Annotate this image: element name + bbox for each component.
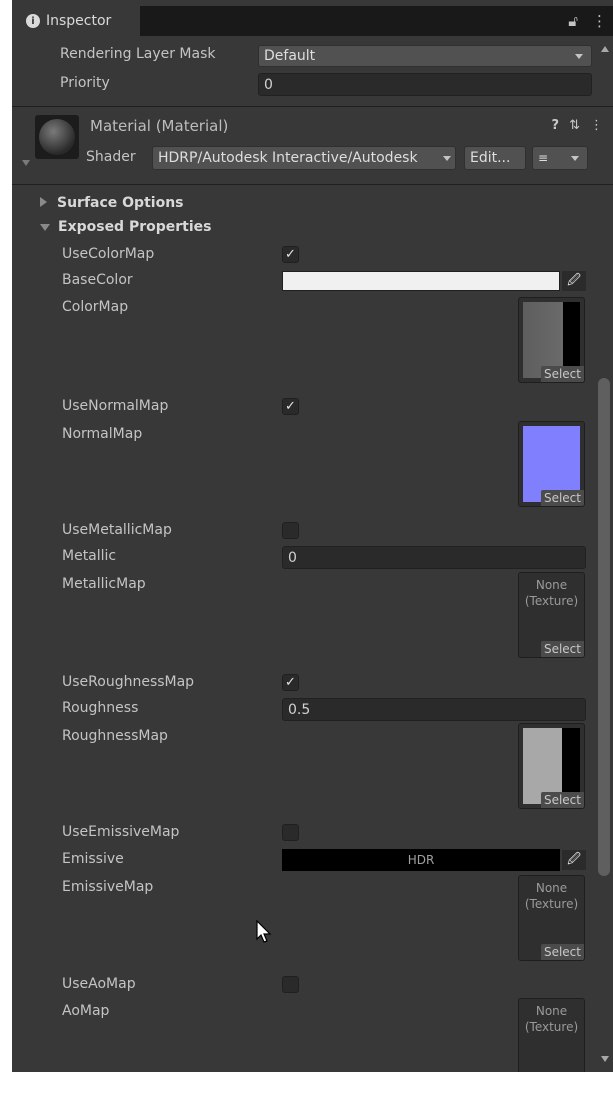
use-roughness-map-checkbox[interactable]: ✓ [282, 674, 299, 691]
rendering-layer-mask-label: Rendering Layer Mask [60, 46, 216, 62]
select-button[interactable]: Select [540, 944, 584, 960]
material-title: Material (Material) [90, 117, 229, 135]
use-metallic-map-checkbox[interactable] [282, 522, 299, 539]
divider [12, 106, 613, 107]
select-button[interactable]: Select [540, 792, 584, 808]
use-color-map-label: UseColorMap [62, 246, 155, 262]
scroll-down-icon[interactable] [601, 1056, 609, 1062]
tab-title: Inspector [46, 13, 112, 29]
roughness-map-label: RoughnessMap [62, 728, 168, 744]
tab-bar: i Inspector 🔓︎ ⋮ [12, 6, 613, 36]
material-preview[interactable] [35, 115, 79, 159]
use-ao-map-checkbox[interactable] [282, 976, 299, 993]
help-icon[interactable]: ? [552, 118, 560, 133]
rendering-layer-mask-dropdown[interactable]: Default [258, 45, 592, 67]
base-color-swatch[interactable] [282, 271, 560, 291]
metallic-map-slot[interactable]: None (Texture) Select [518, 572, 585, 658]
shader-options-dropdown[interactable]: ≡ [532, 146, 588, 170]
color-map-slot[interactable]: Select [518, 297, 585, 383]
chevron-down-icon [575, 54, 583, 59]
lock-icon[interactable]: 🔓︎ [568, 12, 578, 30]
priority-label: Priority [60, 75, 110, 91]
roughness-map-slot[interactable]: Select [518, 723, 585, 809]
ao-map-slot[interactable]: None (Texture) [518, 998, 585, 1072]
chevron-down-icon [571, 156, 579, 161]
scroll-up-icon[interactable] [601, 46, 609, 52]
texture-none-text: None (Texture) [524, 578, 579, 608]
kebab-menu-icon[interactable]: ⋮ [592, 12, 607, 30]
select-button[interactable]: Select [540, 490, 584, 506]
scrollbar-thumb[interactable] [598, 378, 610, 876]
exposed-properties-label: Exposed Properties [58, 219, 212, 235]
use-color-map-checkbox[interactable]: ✓ [282, 246, 299, 263]
ao-map-label: AoMap [62, 1003, 110, 1019]
emissive-map-slot[interactable]: None (Texture) Select [518, 875, 585, 961]
exposed-properties-foldout[interactable]: Exposed Properties [40, 219, 211, 235]
foldout-icon[interactable] [22, 160, 30, 166]
chevron-down-icon [443, 156, 451, 161]
tab-inspector[interactable]: i Inspector [12, 6, 140, 36]
use-normal-map-checkbox[interactable]: ✓ [282, 398, 299, 415]
eyedropper-icon[interactable]: 🖉︎ [562, 271, 586, 291]
emissive-hdr-swatch[interactable]: HDR [282, 849, 560, 871]
surface-options-label: Surface Options [57, 195, 184, 211]
divider [12, 184, 613, 185]
emissive-label: Emissive [62, 851, 124, 867]
select-button[interactable]: Select [540, 366, 584, 382]
inspector-panel: i Inspector 🔓︎ ⋮ Rendering Layer Mask De… [12, 0, 613, 1072]
use-ao-map-label: UseAoMap [62, 976, 136, 992]
color-map-label: ColorMap [62, 299, 129, 315]
shader-label: Shader [86, 149, 136, 165]
use-metallic-map-label: UseMetallicMap [62, 522, 172, 538]
use-normal-map-label: UseNormalMap [62, 398, 169, 414]
eyedropper-icon[interactable]: 🖉︎ [562, 850, 586, 870]
use-emissive-map-label: UseEmissiveMap [62, 824, 180, 840]
mouse-cursor-icon [256, 920, 272, 943]
roughness-field[interactable]: 0.5 [282, 698, 586, 721]
use-roughness-map-label: UseRoughnessMap [62, 674, 195, 690]
normal-map-slot[interactable]: Select [518, 421, 585, 507]
metallic-label: Metallic [62, 548, 117, 564]
emissive-map-label: EmissiveMap [62, 879, 154, 895]
select-button[interactable]: Select [540, 641, 584, 657]
texture-none-text: None (Texture) [524, 881, 579, 911]
foldout-right-icon [40, 197, 47, 207]
tab-actions: 🔓︎ ⋮ [568, 12, 607, 30]
info-icon: i [26, 14, 40, 28]
base-color-label: BaseColor [62, 272, 133, 288]
rendering-layer-mask-value: Default [264, 48, 316, 64]
texture-none-text: None (Texture) [524, 1004, 579, 1034]
edit-shader-button[interactable]: Edit... [464, 146, 526, 170]
surface-options-foldout[interactable]: Surface Options [40, 195, 184, 211]
priority-field[interactable]: 0 [258, 73, 592, 96]
roughness-label: Roughness [62, 700, 139, 716]
list-icon: ≡ [538, 151, 549, 165]
shader-value: HDRP/Autodesk Interactive/Autodesk [158, 150, 418, 166]
normal-map-label: NormalMap [62, 426, 143, 442]
material-sphere [39, 119, 75, 155]
metallic-map-label: MetallicMap [62, 576, 146, 592]
use-emissive-map-checkbox[interactable] [282, 824, 299, 841]
preset-icon[interactable]: ⇅ [569, 118, 580, 133]
foldout-down-icon [40, 224, 50, 231]
metallic-field[interactable]: 0 [282, 546, 586, 569]
shader-dropdown[interactable]: HDRP/Autodesk Interactive/Autodesk [152, 146, 456, 170]
